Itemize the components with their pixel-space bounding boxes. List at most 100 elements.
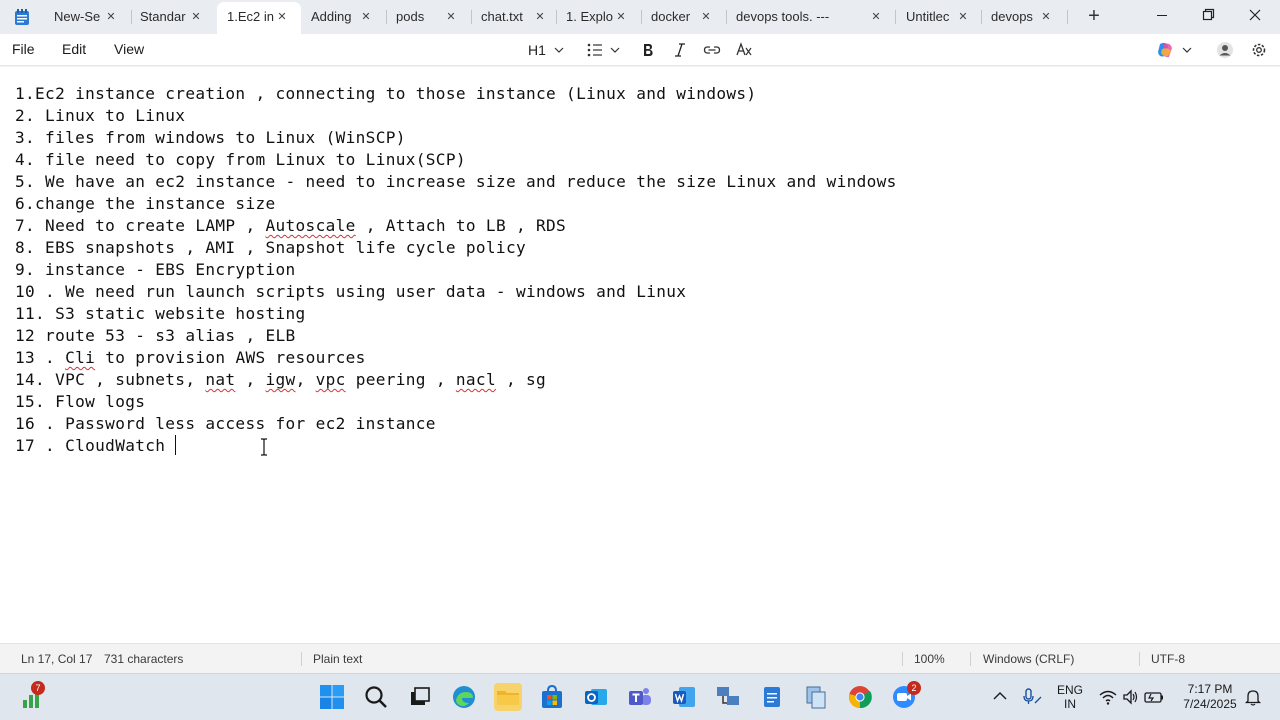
outlook-button[interactable] xyxy=(582,683,610,711)
text-line: 8. EBS snapshots , AMI , Snapshot life c… xyxy=(15,238,526,257)
link-button[interactable] xyxy=(702,40,722,60)
heading-dropdown[interactable]: H1 xyxy=(528,40,568,60)
menu-bar: File Edit View H1 xyxy=(0,34,1280,66)
close-icon[interactable]: ✕ xyxy=(1039,0,1053,34)
close-icon[interactable]: ✕ xyxy=(359,0,373,34)
language-indicator[interactable]: ENG IN xyxy=(1052,683,1088,711)
notification-badge: 2 xyxy=(907,681,921,695)
tab-devops[interactable]: devops ✕ xyxy=(981,0,1067,34)
chrome-button[interactable] xyxy=(846,683,874,711)
word-icon xyxy=(673,687,695,707)
menu-file[interactable]: File xyxy=(12,41,35,57)
store-button[interactable] xyxy=(538,683,566,711)
text-editor[interactable]: 1.Ec2 instance creation , connecting to … xyxy=(0,67,1280,643)
tab-1-ec2-in[interactable]: 1.Ec2 in ✕ xyxy=(217,2,301,34)
tab-label: docker xyxy=(651,9,691,24)
close-icon[interactable]: ✕ xyxy=(956,0,970,34)
copilot-dropdown[interactable] xyxy=(1156,40,1196,60)
misspelled-word[interactable]: Autoscale xyxy=(265,216,355,235)
close-icon[interactable]: ✕ xyxy=(614,0,628,34)
close-icon[interactable]: ✕ xyxy=(699,0,713,34)
settings-button[interactable] xyxy=(1249,40,1269,60)
tab-1-explo[interactable]: 1. Explo ✕ xyxy=(556,0,642,34)
tab-divider xyxy=(1067,10,1068,24)
tab-docker[interactable]: docker ✕ xyxy=(641,0,727,34)
edge-button[interactable] xyxy=(450,683,478,711)
clock-time: 7:17 PM xyxy=(1187,682,1233,696)
zoom-button[interactable]: 2 xyxy=(890,681,921,711)
menu-view[interactable]: View xyxy=(114,41,144,57)
text-line: 6.change the instance size xyxy=(15,194,276,213)
bold-button[interactable] xyxy=(640,40,656,60)
text-caret xyxy=(175,435,176,455)
wifi-volume-battery-icons xyxy=(1099,689,1163,705)
tab-chat-txt[interactable]: chat.txt ✕ xyxy=(471,0,557,34)
tab-devops-tools[interactable]: devops tools. --- ✕ xyxy=(726,0,896,34)
tab-adding[interactable]: Adding ✕ xyxy=(301,0,387,34)
show-hidden-icons-button[interactable] xyxy=(991,688,1009,707)
search-button[interactable] xyxy=(362,683,390,711)
heading-label: H1 xyxy=(528,42,546,58)
quick-settings-button[interactable] xyxy=(1098,687,1168,710)
close-window-button[interactable] xyxy=(1232,0,1278,32)
file-explorer-button[interactable] xyxy=(494,683,522,711)
status-divider xyxy=(970,652,971,666)
chevron-down-icon xyxy=(554,47,564,53)
chevron-up-icon xyxy=(993,692,1007,700)
close-icon[interactable]: ✕ xyxy=(275,2,289,32)
close-icon[interactable]: ✕ xyxy=(869,0,883,34)
tab-untitled[interactable]: Untitlec ✕ xyxy=(896,0,982,34)
teams-button[interactable] xyxy=(626,683,654,711)
copy-files-button[interactable] xyxy=(802,683,830,711)
misspelled-word[interactable]: Cli xyxy=(65,348,95,367)
new-tab-button[interactable]: + xyxy=(1083,5,1105,27)
gear-icon xyxy=(1252,43,1266,57)
tab-standard[interactable]: Standar ✕ xyxy=(130,0,216,34)
windows-logo-icon xyxy=(320,685,344,709)
list-dropdown[interactable] xyxy=(586,40,622,60)
notepad-app-icon xyxy=(15,9,29,25)
tab-label: New-Se xyxy=(54,9,101,24)
encoding[interactable]: UTF-8 xyxy=(1151,652,1185,666)
widgets-button[interactable]: 7 xyxy=(20,681,48,711)
tab-new-se[interactable]: New-Se ✕ xyxy=(44,0,130,34)
restore-icon xyxy=(1202,8,1215,21)
tab-bar: New-Se ✕ Standar ✕ 1.Ec2 in ✕ Adding ✕ p… xyxy=(0,0,1280,34)
word-button[interactable] xyxy=(670,683,698,711)
zoom-level[interactable]: 100% xyxy=(914,652,945,666)
maximize-button[interactable] xyxy=(1185,0,1231,32)
misspelled-word[interactable]: vpc xyxy=(316,370,346,389)
account-button[interactable] xyxy=(1215,40,1235,60)
status-bar: Ln 17, Col 17 731 characters Plain text … xyxy=(0,643,1280,673)
tab-label: devops xyxy=(991,9,1033,24)
search-icon xyxy=(365,686,387,708)
close-icon[interactable]: ✕ xyxy=(444,0,458,34)
line-ending[interactable]: Windows (CRLF) xyxy=(983,652,1074,666)
outlook-icon xyxy=(585,689,607,705)
task-view-button[interactable] xyxy=(406,683,434,711)
start-button[interactable] xyxy=(318,683,346,711)
close-icon[interactable]: ✕ xyxy=(189,0,203,34)
menu-edit[interactable]: Edit xyxy=(62,41,86,57)
notepad-taskbar-button[interactable] xyxy=(758,683,786,711)
teams-icon xyxy=(629,688,651,705)
text-line-spellcheck: 14. VPC , subnets, nat , igw, vpc peerin… xyxy=(15,370,547,389)
tab-label: Standar xyxy=(140,9,186,24)
microphone-button[interactable] xyxy=(1020,687,1044,710)
minimize-button[interactable] xyxy=(1139,0,1185,32)
task-view-icon xyxy=(411,687,430,705)
close-icon[interactable]: ✕ xyxy=(104,0,118,34)
italic-button[interactable] xyxy=(672,40,688,60)
clear-formatting-button[interactable] xyxy=(734,40,754,60)
tab-pods[interactable]: pods ✕ xyxy=(386,0,472,34)
tab-label: 1. Explo xyxy=(566,9,613,24)
misspelled-word[interactable]: igw xyxy=(266,370,296,389)
remote-desktop-button[interactable] xyxy=(714,683,742,711)
misspelled-word[interactable]: nacl xyxy=(456,370,496,389)
text-line: 3. files from windows to Linux (WinSCP) xyxy=(15,128,406,147)
close-icon[interactable]: ✕ xyxy=(533,0,547,34)
file-format[interactable]: Plain text xyxy=(313,652,362,666)
misspelled-word[interactable]: nat xyxy=(205,370,235,389)
notifications-button[interactable] xyxy=(1243,687,1263,710)
clock[interactable]: 7:17 PM 7/24/2025 xyxy=(1180,682,1240,712)
